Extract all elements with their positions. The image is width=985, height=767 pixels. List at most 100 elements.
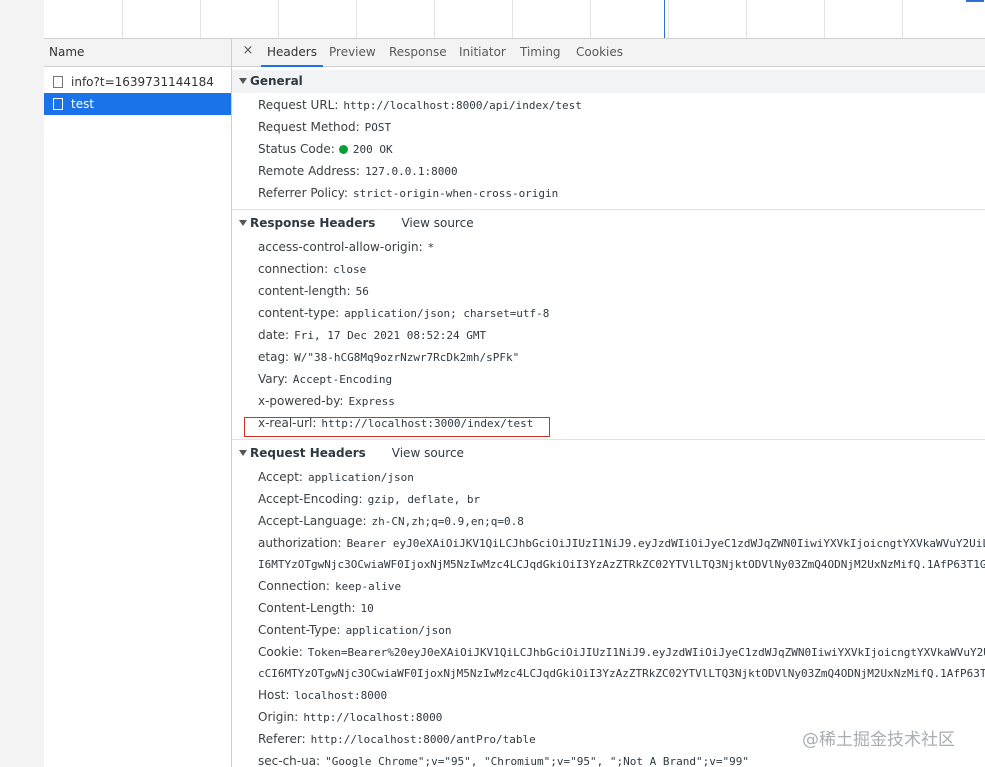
request-row-test[interactable]: test <box>44 93 231 115</box>
header-key: Remote Address: <box>258 164 360 178</box>
header-value: strict-origin-when-cross-origin <box>353 187 559 200</box>
header-value: Token=Bearer%20eyJ0eXAiOiJKV1QiLCJhbGciO… <box>307 646 985 659</box>
tab-timing[interactable]: Timing <box>520 39 561 66</box>
header-value: 10 <box>360 602 374 615</box>
response-header-row-x-real-url: x-real-url: http://localhost:3000/index/t… <box>258 413 533 433</box>
header-key: Referer: <box>258 732 306 746</box>
header-value: "Google Chrome";v="95", "Chromium";v="95… <box>325 755 749 767</box>
request-headers-section-header[interactable]: Request Headers View source <box>232 442 985 465</box>
header-value: application/json; charset=utf-8 <box>344 307 550 320</box>
timeline-grid-line <box>824 0 825 38</box>
collapse-triangle-icon <box>239 78 247 84</box>
header-value: http://localhost:8000 <box>303 711 443 724</box>
header-key: Status Code: <box>258 142 335 156</box>
request-header-row: Accept-Encoding: gzip, deflate, br <box>258 489 480 509</box>
general-row: Request Method: POST <box>258 117 391 137</box>
header-key: content-length: <box>258 284 351 298</box>
response-header-row: access-control-allow-origin: * <box>258 237 434 257</box>
request-headers-title: Request Headers <box>250 446 366 460</box>
header-value: W/"38-hCG8Mq9ozrNzwr7RcDk2mh/sPFk" <box>294 351 520 364</box>
network-timeline-overview[interactable] <box>44 0 985 39</box>
timeline-grid-line <box>122 0 123 38</box>
header-value: application/json <box>345 624 452 637</box>
request-header-row: authorization: Bearer eyJ0eXAiOiJKV1QiLCJ… <box>258 533 985 553</box>
header-key: access-control-allow-origin: <box>258 240 423 254</box>
header-value: http://localhost:3000/index/test <box>321 417 534 430</box>
general-row: Referrer Policy: strict-origin-when-cross… <box>258 183 558 203</box>
response-headers-section-header[interactable]: Response Headers View source <box>232 212 985 235</box>
request-list-panel: Name info?t=1639731144184 test <box>44 39 232 767</box>
timeline-grid-line <box>512 0 513 38</box>
request-header-row: Connection: keep-alive <box>258 576 401 596</box>
close-icon[interactable]: × <box>241 44 255 58</box>
header-value: application/json <box>307 471 414 484</box>
header-value: I6MTYzOTgwNjc3OCwiaWF0IjoxNjM5NzIwMzc4LC… <box>258 558 985 571</box>
header-value: http://localhost:8000/antPro/table <box>310 733 536 746</box>
document-icon <box>53 76 63 88</box>
request-name: test <box>71 97 95 111</box>
timeline-dom-content-marker <box>664 0 665 38</box>
left-gutter <box>0 0 45 767</box>
header-key: date: <box>258 328 290 342</box>
header-key: Accept-Encoding: <box>258 492 363 506</box>
timeline-grid-line <box>668 0 669 38</box>
timeline-grid-line <box>590 0 591 38</box>
request-header-row: Content-Type: application/json <box>258 620 452 640</box>
request-row-info[interactable]: info?t=1639731144184 <box>44 71 231 93</box>
tab-headers[interactable]: Headers <box>261 39 323 67</box>
request-header-row-continuation: I6MTYzOTgwNjc3OCwiaWF0IjoxNjM5NzIwMzc4LC… <box>258 554 985 574</box>
response-headers-title: Response Headers <box>250 216 376 230</box>
document-icon <box>53 98 63 110</box>
response-header-row: content-type: application/json; charset=u… <box>258 303 549 323</box>
header-value: Bearer eyJ0eXAiOiJKV1QiLCJhbGciOiJIUzI1N… <box>346 537 985 550</box>
header-value: Accept-Encoding <box>292 373 393 386</box>
request-header-row: Accept: application/json <box>258 467 414 487</box>
request-name: info?t=1639731144184 <box>71 75 214 89</box>
request-view-source-link[interactable]: View source <box>392 446 464 460</box>
name-column-header[interactable]: Name <box>44 39 231 67</box>
tab-cookies[interactable]: Cookies <box>576 39 623 66</box>
timeline-grid-line <box>746 0 747 38</box>
header-key: Accept-Language: <box>258 514 367 528</box>
request-header-row: Accept-Language: zh-CN,zh;q=0.9,en;q=0.8 <box>258 511 524 531</box>
timeline-grid-line <box>356 0 357 38</box>
header-value: 127.0.0.1:8000 <box>364 165 458 178</box>
header-key: Host: <box>258 688 290 702</box>
header-value: keep-alive <box>334 580 402 593</box>
general-row: Status Code: 200 OK <box>258 139 393 159</box>
header-key: x-real-url: <box>258 416 317 430</box>
response-header-row: connection: close <box>258 259 366 279</box>
response-header-row: date: Fri, 17 Dec 2021 08:52:24 GMT <box>258 325 486 345</box>
header-key: Accept: <box>258 470 303 484</box>
header-value: zh-CN,zh;q=0.9,en;q=0.8 <box>371 515 524 528</box>
header-key: Connection: <box>258 579 330 593</box>
header-value: Express <box>348 395 395 408</box>
collapse-triangle-icon <box>239 450 247 456</box>
general-section-header[interactable]: General <box>232 70 985 93</box>
request-header-row: Host: localhost:8000 <box>258 685 387 705</box>
response-view-source-link[interactable]: View source <box>401 216 473 230</box>
watermark: @稀土掘金技术社区 <box>802 730 955 750</box>
header-key: Content-Length: <box>258 601 356 615</box>
tab-initiator[interactable]: Initiator <box>459 39 506 66</box>
tab-response[interactable]: Response <box>389 39 447 66</box>
details-tab-bar: × Headers Preview Response Initiator Tim… <box>232 39 985 67</box>
request-header-row: Referer: http://localhost:8000/antPro/tab… <box>258 729 536 749</box>
response-header-row: content-length: 56 <box>258 281 369 301</box>
header-key: x-powered-by: <box>258 394 344 408</box>
collapse-triangle-icon <box>239 220 247 226</box>
general-row: Remote Address: 127.0.0.1:8000 <box>258 161 458 181</box>
header-value: gzip, deflate, br <box>367 493 481 506</box>
header-value: POST <box>364 121 392 134</box>
header-key: Origin: <box>258 710 299 724</box>
tab-preview[interactable]: Preview <box>329 39 376 66</box>
status-ok-dot-icon <box>338 145 348 154</box>
header-value: * <box>427 241 435 254</box>
header-key: Cookie: <box>258 645 303 659</box>
request-header-row: Cookie: Token=Bearer%20eyJ0eXAiOiJKV1QiLC… <box>258 642 985 662</box>
timeline-grid-line <box>278 0 279 38</box>
response-header-row: Vary: Accept-Encoding <box>258 369 392 389</box>
timeline-grid-line <box>434 0 435 38</box>
section-divider <box>232 439 985 440</box>
timeline-grid-line <box>902 0 903 38</box>
